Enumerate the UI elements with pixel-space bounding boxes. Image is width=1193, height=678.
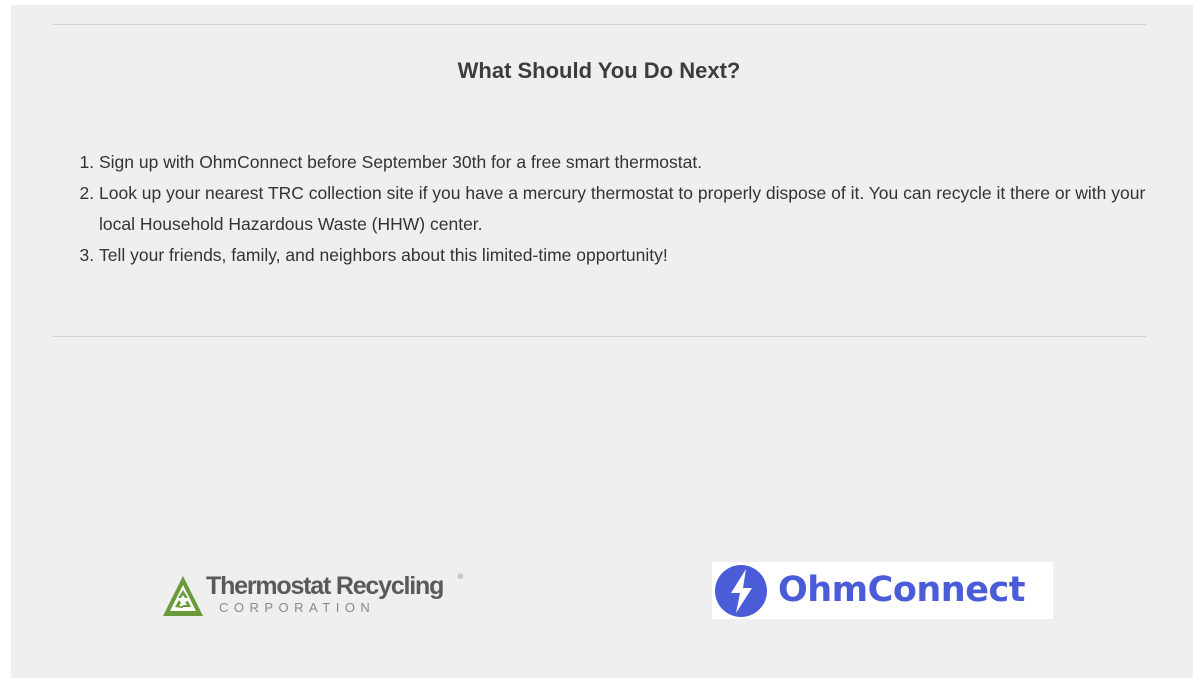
bottom-divider [52, 336, 1146, 337]
list-item: Tell your friends, family, and neighbors… [99, 240, 1159, 271]
trc-logo: Thermostat Recycling ® CORPORATION [161, 570, 471, 622]
content-panel: What Should You Do Next? Sign up with Oh… [11, 5, 1193, 678]
lightning-bolt-circle-icon [715, 565, 767, 617]
recycle-triangle-icon [163, 576, 203, 616]
registered-mark: ® [458, 574, 464, 581]
ohmconnect-name: OhmConnect [778, 570, 1025, 610]
section-heading: What Should You Do Next? [457, 58, 741, 83]
steps-list: Sign up with OhmConnect before September… [75, 147, 1159, 271]
trc-subtitle: CORPORATION [219, 600, 376, 615]
list-item: Sign up with OhmConnect before September… [99, 147, 1159, 178]
list-item: Look up your nearest TRC collection site… [99, 178, 1159, 240]
trc-name: Thermostat Recycling [206, 572, 444, 600]
top-divider [52, 24, 1146, 25]
ohmconnect-logo: OhmConnect [712, 562, 1053, 619]
